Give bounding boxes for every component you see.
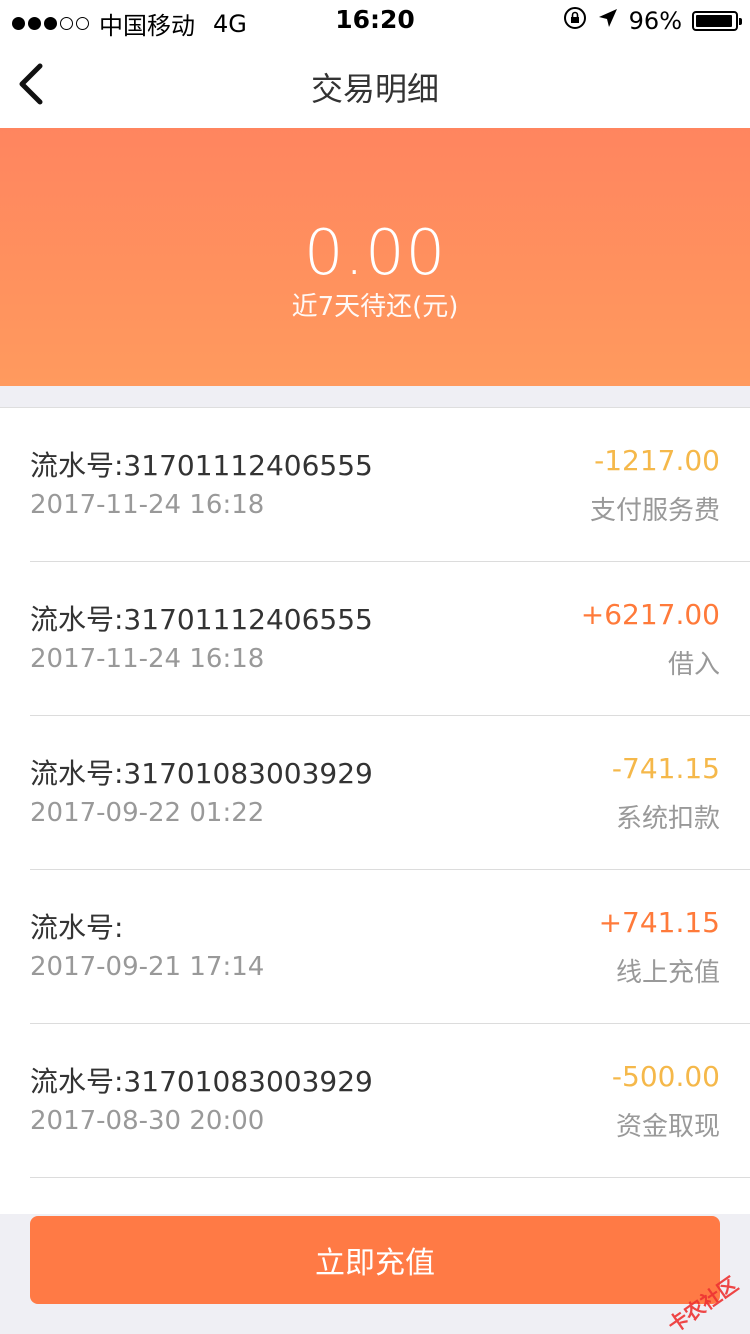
serial-number: 流水号:31701083003929	[30, 1065, 373, 1098]
transaction-amount: -741.15	[611, 752, 720, 785]
transaction-date: 2017-09-21 17:14	[30, 952, 265, 982]
pending-amount: 0.00	[303, 216, 447, 289]
transaction-type: 线上充值	[615, 958, 720, 988]
page-title: 交易明细	[310, 70, 439, 108]
status-right: 96%	[563, 6, 742, 36]
status-bar: 中国移动 4G 16:20 96%	[0, 0, 750, 40]
transaction-row[interactable]: 流水号:31701112406555 2017-11-24 16:18 +621…	[0, 562, 750, 716]
transaction-amount: +741.15	[598, 906, 720, 939]
screen: 中国移动 4G 16:20 96% 交易明细 0.00 近7天待还(元) 流水号…	[0, 0, 750, 1334]
battery-icon	[692, 11, 742, 31]
orientation-lock-icon	[563, 6, 587, 36]
transaction-amount: -1217.00	[594, 444, 720, 477]
transaction-row[interactable]: 流水号: 2017-09-21 17:14 +741.15 线上充值	[0, 870, 750, 1024]
battery-percent: 96%	[628, 7, 682, 35]
bottom-bar: 立即充值 卡农社区	[0, 1214, 750, 1334]
transaction-date: 2017-11-24 16:18	[30, 644, 265, 674]
transaction-row[interactable]: 流水号:31701112406555 2017-11-24 16:18 -121…	[0, 408, 750, 562]
serial-number: 流水号:31701083003929	[30, 757, 373, 790]
pending-caption: 近7天待还(元)	[291, 292, 459, 322]
transaction-row[interactable]: 流水号:31701083003929 2017-09-22 01:22 -741…	[0, 716, 750, 870]
battery-fill	[696, 15, 733, 27]
transaction-type: 资金取现	[615, 1112, 720, 1142]
serial-number: 流水号:	[30, 911, 124, 944]
transaction-amount: +6217.00	[580, 598, 720, 631]
serial-number: 流水号:31701112406555	[30, 449, 373, 482]
summary-banner: 0.00 近7天待还(元)	[0, 128, 750, 386]
section-divider	[0, 386, 750, 408]
navigation-bar: 交易明细	[0, 40, 750, 128]
transaction-type: 支付服务费	[589, 496, 720, 526]
transaction-list: 流水号:31701112406555 2017-11-24 16:18 -121…	[0, 408, 750, 1178]
transaction-date: 2017-09-22 01:22	[30, 798, 265, 828]
row-divider	[30, 1177, 750, 1178]
transaction-amount: -500.00	[611, 1060, 720, 1093]
transaction-date: 2017-11-24 16:18	[30, 490, 265, 520]
location-arrow-icon	[597, 7, 619, 35]
transaction-type: 系统扣款	[615, 804, 720, 834]
transaction-type: 借入	[667, 650, 720, 680]
transaction-row[interactable]: 流水号:31701083003929 2017-08-30 20:00 -500…	[0, 1024, 750, 1178]
serial-number: 流水号:31701112406555	[30, 603, 373, 636]
transaction-date: 2017-08-30 20:00	[30, 1106, 265, 1136]
recharge-button[interactable]: 立即充值	[30, 1216, 720, 1304]
